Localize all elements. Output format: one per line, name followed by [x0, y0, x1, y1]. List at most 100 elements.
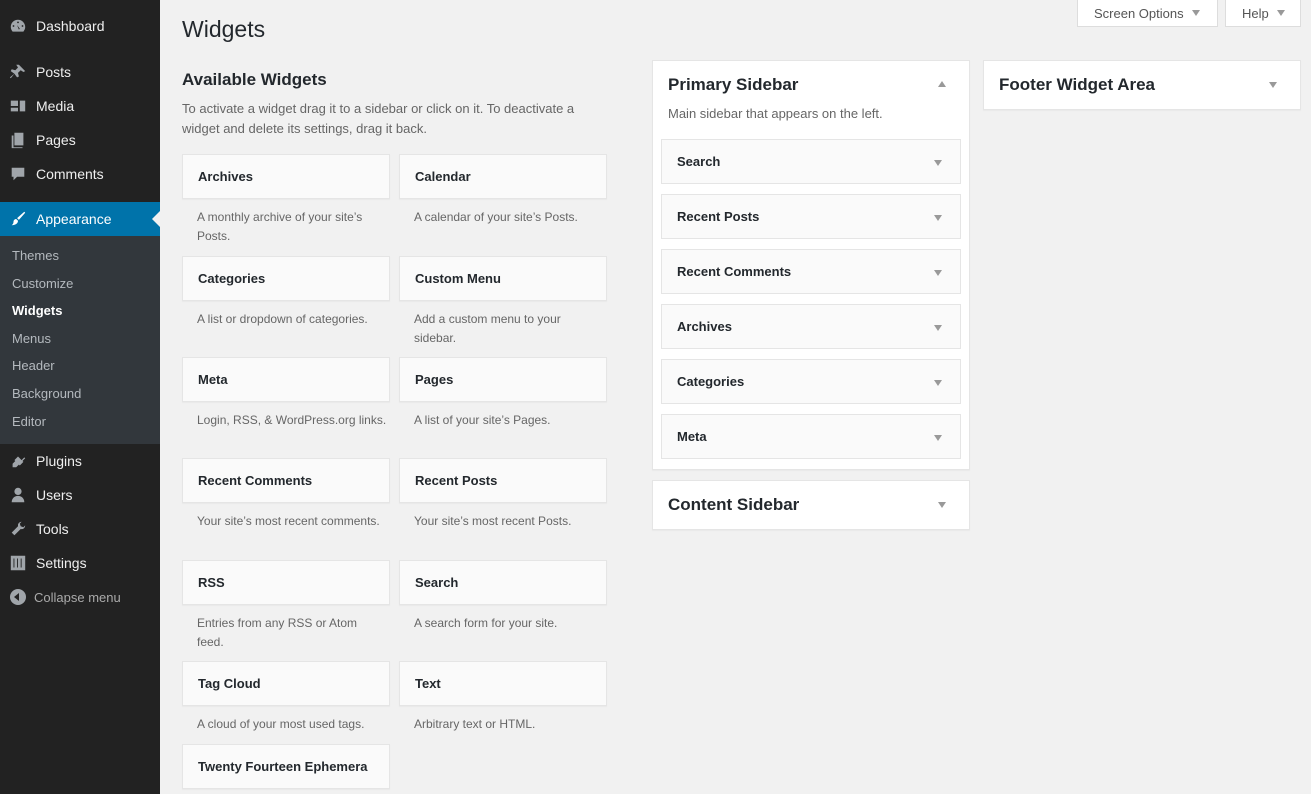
primary-sidebar-description: Main sidebar that appears on the left. [668, 106, 883, 121]
available-widgets-title: Available Widgets [182, 70, 327, 89]
menu-users[interactable]: Users [0, 478, 160, 512]
menu-dashboard[interactable]: Dashboard [0, 9, 160, 43]
widget-calendar[interactable]: Calendar [399, 154, 607, 199]
chevron-down-icon[interactable] [934, 160, 942, 166]
screen-options-button[interactable]: Screen Options [1077, 0, 1218, 27]
sidebar-widget-label: Meta [677, 429, 707, 444]
content-sidebar[interactable]: Content Sidebar [652, 480, 970, 530]
admin-menu: Dashboard Posts Media Pages Comments App… [0, 0, 160, 794]
sidebar-widget-search[interactable]: Search [661, 139, 961, 184]
widget-description: A monthly archive of your site’s Posts. [197, 210, 363, 243]
submenu-editor[interactable]: Editor [12, 414, 46, 429]
menu-label: Plugins [36, 453, 82, 469]
sidebar-widget-archives[interactable]: Archives [661, 304, 961, 349]
widget-description: Your site’s most recent Posts. [414, 514, 572, 528]
collapse-up-icon[interactable] [938, 81, 946, 87]
chevron-down-icon [1191, 10, 1200, 16]
menu-tools[interactable]: Tools [0, 512, 160, 546]
help-button[interactable]: Help [1225, 0, 1301, 27]
widget-twenty-fourteen-ephemera[interactable]: Twenty Fourteen Ephemera [182, 744, 390, 789]
menu-label: Dashboard [36, 18, 105, 34]
chevron-down-icon[interactable] [934, 435, 942, 441]
sidebar-widget-label: Search [677, 154, 721, 169]
widget-description: A calendar of your site’s Posts. [414, 210, 578, 224]
sidebar-widget-label: Archives [677, 319, 732, 334]
submenu-customize[interactable]: Customize [12, 276, 73, 291]
available-widgets-description: To activate a widget drag it to a sideba… [182, 101, 575, 136]
footer-widget-area[interactable]: Footer Widget Area [983, 60, 1301, 110]
widget-recent-comments[interactable]: Recent Comments [182, 458, 390, 503]
menu-posts[interactable]: Posts [0, 55, 160, 89]
plug-icon [8, 451, 28, 471]
pin-icon [8, 62, 28, 82]
media-icon [8, 96, 28, 116]
widget-recent-posts[interactable]: Recent Posts [399, 458, 607, 503]
widget-text[interactable]: Text [399, 661, 607, 706]
chevron-down-icon[interactable] [934, 270, 942, 276]
chevron-down-icon[interactable] [1269, 82, 1277, 88]
menu-plugins[interactable]: Plugins [0, 444, 160, 478]
widget-description: Your site’s most recent comments. [197, 514, 380, 528]
widget-search[interactable]: Search [399, 560, 607, 605]
submenu-themes[interactable]: Themes [12, 248, 59, 263]
collapse-label: Collapse menu [34, 589, 121, 605]
user-icon [8, 485, 28, 505]
submenu-menus[interactable]: Menus [12, 331, 51, 346]
widget-custom-menu[interactable]: Custom Menu [399, 256, 607, 301]
primary-sidebar-title[interactable]: Primary Sidebar [668, 75, 798, 95]
menu-label: Posts [36, 64, 72, 80]
chevron-down-icon [1276, 10, 1285, 16]
submenu-widgets[interactable]: Widgets [12, 303, 62, 318]
chevron-down-icon[interactable] [938, 502, 946, 508]
chevron-down-icon[interactable] [934, 325, 942, 331]
menu-settings[interactable]: Settings [0, 546, 160, 580]
dashboard-icon [8, 16, 28, 36]
menu-label: Comments [36, 166, 104, 182]
collapse-arrow-icon [10, 589, 26, 605]
sidebar-widget-meta[interactable]: Meta [661, 414, 961, 459]
menu-label: Pages [36, 132, 76, 148]
menu-pages[interactable]: Pages [0, 123, 160, 157]
widget-tag-cloud[interactable]: Tag Cloud [182, 661, 390, 706]
menu-media[interactable]: Media [0, 89, 160, 123]
widget-rss[interactable]: RSS [182, 560, 390, 605]
settings-sliders-icon [8, 553, 28, 573]
screen-options-label: Screen Options [1094, 5, 1184, 21]
widget-description: Login, RSS, & WordPress.org links. [197, 413, 387, 427]
submenu-background[interactable]: Background [12, 386, 81, 401]
sidebar-widget-categories[interactable]: Categories [661, 359, 961, 404]
help-label: Help [1242, 5, 1269, 21]
widget-description: Entries from any RSS or Atom feed. [197, 616, 358, 649]
widget-description: A search form for your site. [414, 616, 558, 630]
submenu-header[interactable]: Header [12, 358, 55, 373]
menu-label: Users [36, 487, 73, 503]
page-title: Widgets [182, 16, 266, 42]
widget-description: A cloud of your most used tags. [197, 717, 365, 731]
pages-icon [8, 130, 28, 150]
widget-description: Arbitrary text or HTML. [414, 717, 536, 731]
menu-appearance[interactable]: Appearance [0, 202, 160, 236]
sidebar-widget-recent-comments[interactable]: Recent Comments [661, 249, 961, 294]
widget-description: A list or dropdown of categories. [197, 312, 368, 326]
menu-label: Settings [36, 555, 87, 571]
sidebar-widget-recent-posts[interactable]: Recent Posts [661, 194, 961, 239]
widget-archives[interactable]: Archives [182, 154, 390, 199]
primary-sidebar: Primary Sidebar Main sidebar that appear… [652, 60, 970, 470]
collapse-menu-button[interactable]: Collapse menu [0, 586, 121, 608]
widget-meta[interactable]: Meta [182, 357, 390, 402]
footer-widget-area-title: Footer Widget Area [999, 75, 1156, 94]
menu-comments[interactable]: Comments [0, 157, 160, 191]
widget-description: Add a custom menu to your sidebar. [414, 312, 561, 345]
content-sidebar-title: Content Sidebar [668, 495, 800, 514]
widget-pages[interactable]: Pages [399, 357, 607, 402]
chevron-down-icon[interactable] [934, 215, 942, 221]
widget-categories[interactable]: Categories [182, 256, 390, 301]
sidebar-widget-label: Categories [677, 374, 745, 389]
menu-label: Appearance [36, 211, 112, 227]
chevron-down-icon[interactable] [934, 380, 942, 386]
menu-label: Tools [36, 521, 69, 537]
widget-description: A list of your site’s Pages. [414, 413, 551, 427]
paintbrush-icon [8, 209, 28, 229]
sidebar-widget-label: Recent Comments [677, 264, 792, 279]
sidebar-widget-label: Recent Posts [677, 209, 760, 224]
